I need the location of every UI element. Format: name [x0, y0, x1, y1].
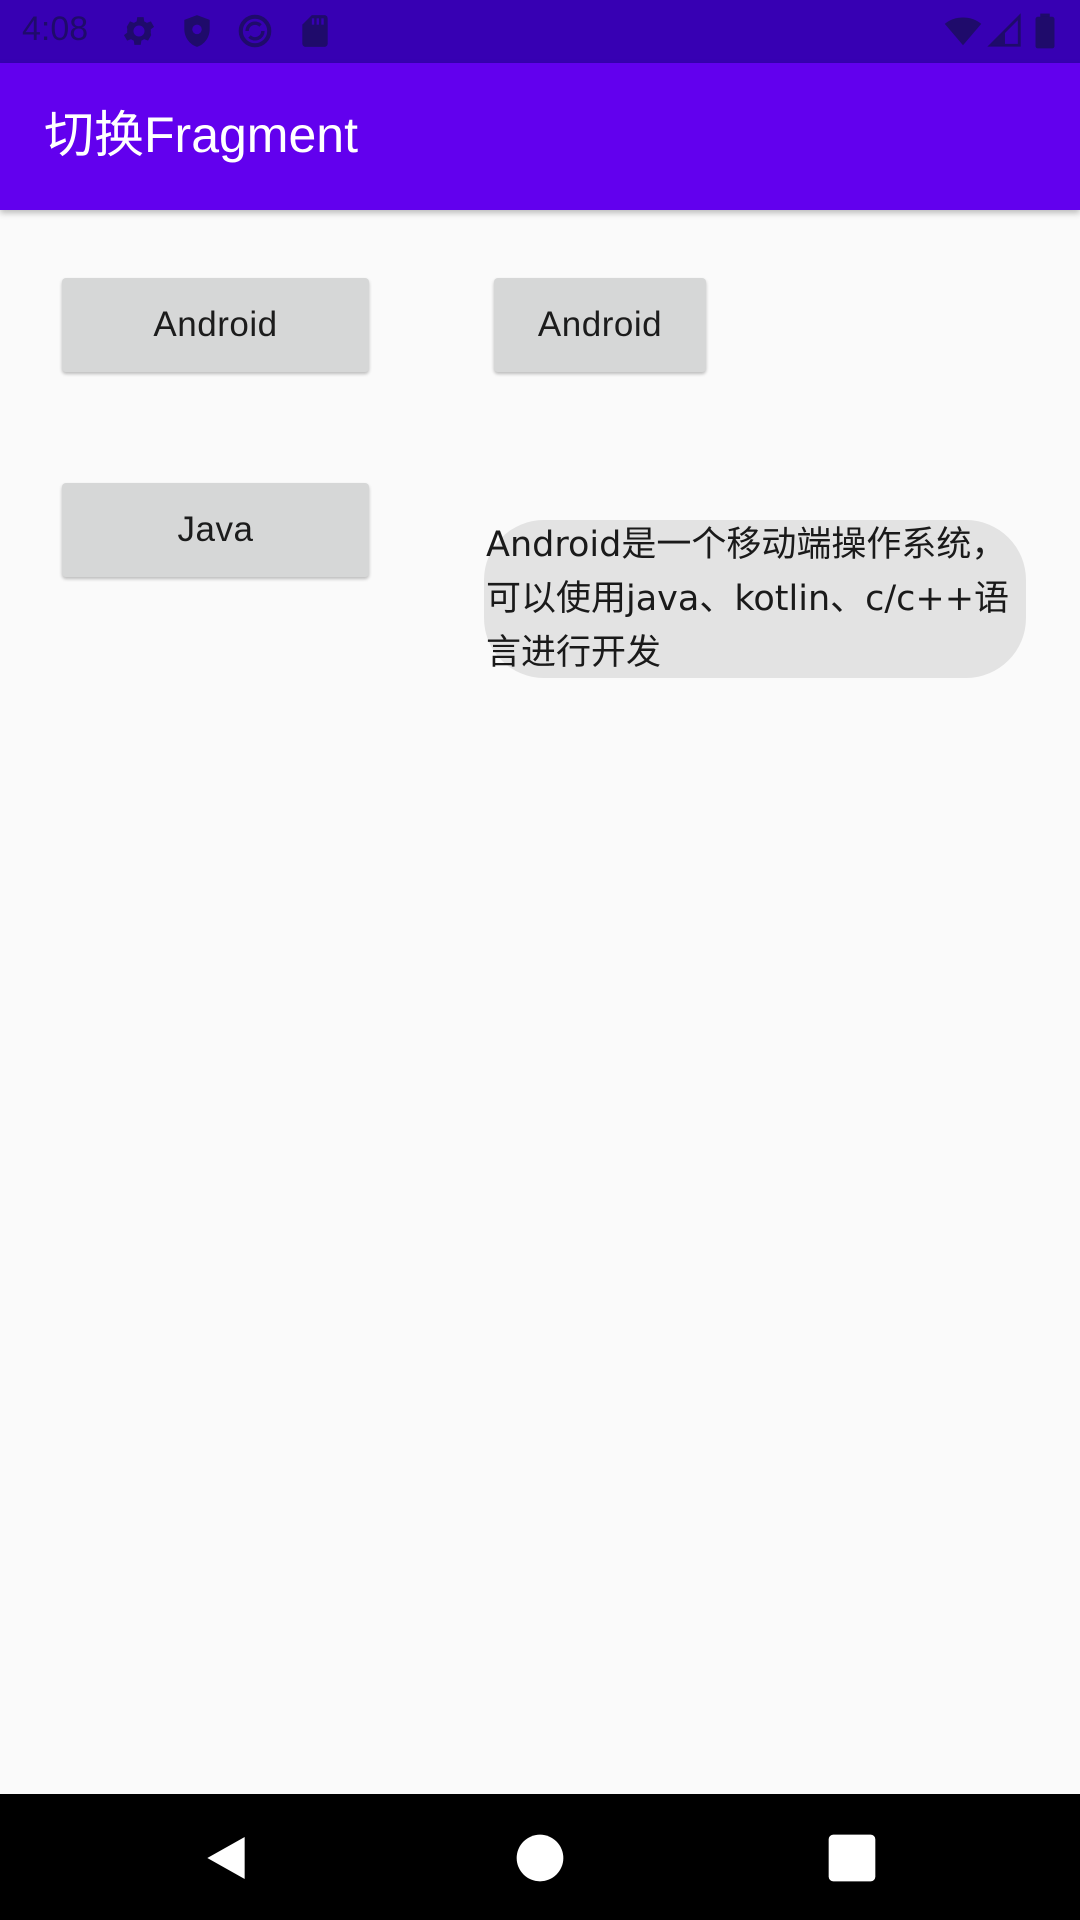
java-button[interactable]: Java: [62, 483, 369, 577]
recents-icon[interactable]: [824, 1830, 880, 1886]
battery-icon: [1035, 13, 1055, 49]
back-icon[interactable]: [198, 1830, 254, 1886]
android-button-1[interactable]: Android: [62, 278, 369, 372]
android-button-2[interactable]: Android: [494, 278, 706, 372]
shield-icon: [184, 15, 210, 47]
app-title: 切换Fragment: [44, 107, 358, 163]
sd-card-icon: [302, 15, 328, 47]
screen: 4:08 切换Fragment Android Android Java And…: [0, 0, 1080, 1920]
wifi-icon: [944, 17, 982, 46]
status-time: 4:08: [22, 10, 89, 48]
signal-icon: [987, 13, 1021, 47]
fragment-description: Android是一个移动端操作系统，可以使用java、kotlin、c/c++语…: [486, 525, 1010, 673]
home-icon[interactable]: [512, 1830, 568, 1886]
settings-icon: [123, 17, 155, 45]
status-bar: 4:08: [0, 0, 1080, 63]
sync-icon: [238, 14, 272, 48]
app-bar: 切换Fragment: [0, 63, 1080, 210]
